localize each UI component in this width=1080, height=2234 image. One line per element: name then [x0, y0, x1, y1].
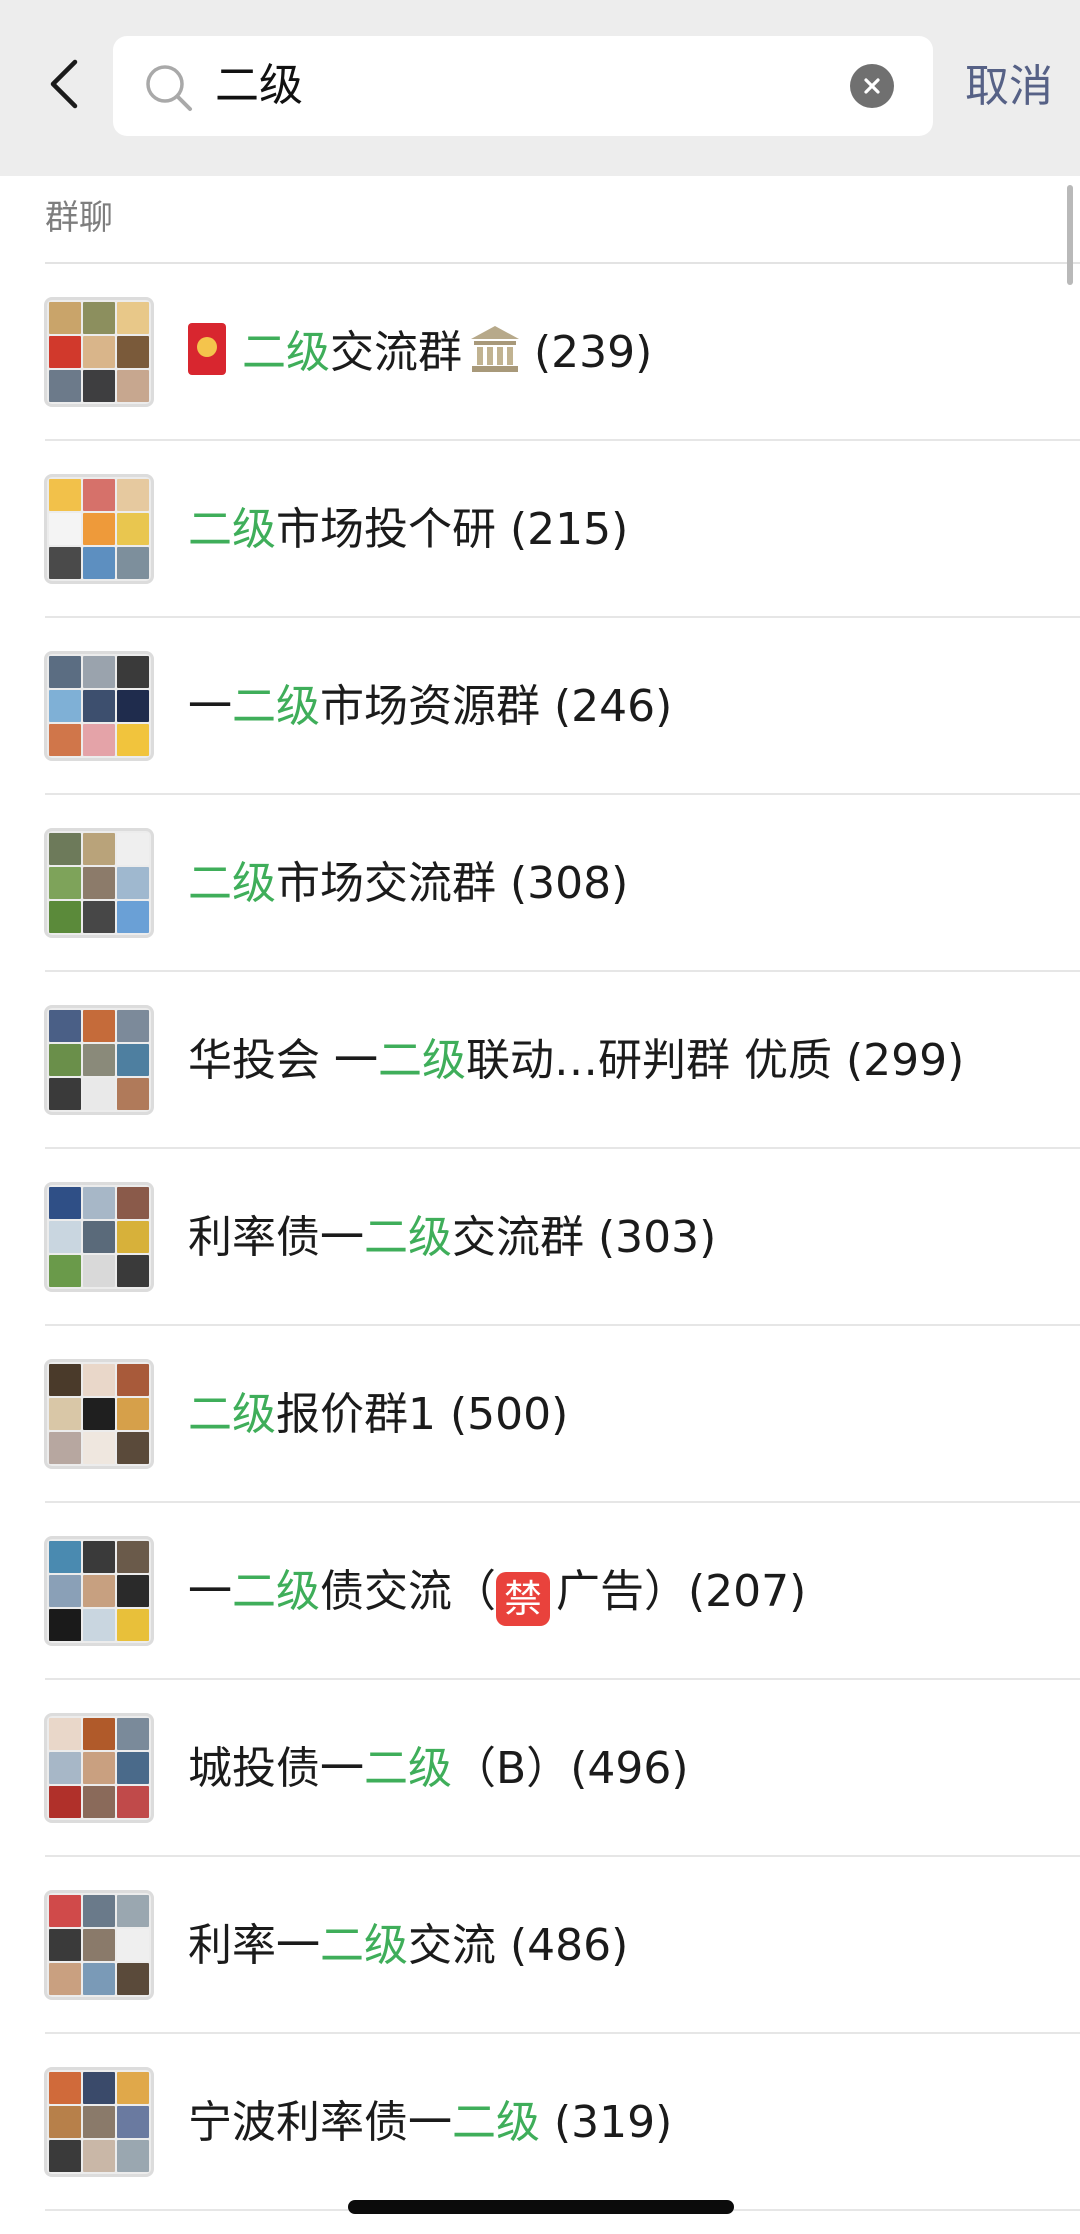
group-name: 利率一二级交流 (486)	[188, 1920, 629, 1971]
group-name: 华投会 一二级联动…研判群 优质 (299)	[188, 1035, 965, 1086]
group-chat-item[interactable]: 利率债一二级交流群 (303)	[0, 1149, 1080, 1326]
group-avatar	[44, 1182, 154, 1292]
keyword-highlight: 二级	[188, 504, 276, 555]
group-chat-item[interactable]: 宁波利率债一二级 (319)	[0, 2034, 1080, 2211]
search-header: 二级 取消	[0, 0, 1080, 176]
group-name: 一二级市场资源群 (246)	[188, 681, 673, 732]
back-button[interactable]	[38, 52, 90, 116]
search-field[interactable]: 二级	[113, 36, 933, 136]
group-avatar	[44, 297, 154, 407]
keyword-highlight: 二级	[232, 1566, 320, 1617]
group-avatar	[44, 1536, 154, 1646]
keyword-highlight: 二级	[378, 1035, 466, 1086]
group-avatar	[44, 474, 154, 584]
keyword-highlight: 二级	[452, 2097, 540, 2148]
keyword-highlight: 二级	[242, 327, 330, 378]
group-chat-item[interactable]: 二级市场交流群 (308)	[0, 795, 1080, 972]
group-name: 二级报价群1 (500)	[188, 1389, 569, 1440]
group-chat-item[interactable]: 二级交流群 (239)	[0, 264, 1080, 441]
group-chat-item[interactable]: 二级市场投个研 (215)	[0, 441, 1080, 618]
group-chat-item[interactable]: 利率一二级交流 (486)	[0, 1857, 1080, 2034]
prohibited-badge-emoji: 禁	[496, 1572, 550, 1626]
search-icon	[146, 65, 192, 111]
chevron-left-icon	[50, 59, 78, 109]
clear-circle-x-icon	[864, 78, 880, 94]
group-name: 二级市场投个研 (215)	[188, 504, 629, 555]
keyword-highlight: 二级	[364, 1212, 452, 1263]
keyword-highlight: 二级	[188, 1389, 276, 1440]
group-avatar	[44, 1005, 154, 1115]
group-name: 宁波利率债一二级 (319)	[188, 2097, 673, 2148]
group-chat-item[interactable]: 一二级市场资源群 (246)	[0, 618, 1080, 795]
group-chat-item[interactable]: 华投会 一二级联动…研判群 优质 (299)	[0, 972, 1080, 1149]
group-avatar	[44, 828, 154, 938]
group-avatar	[44, 1890, 154, 2000]
classical-building-emoji	[471, 326, 519, 372]
group-chat-item[interactable]: 二级报价群1 (500)	[0, 1326, 1080, 1503]
group-chat-item[interactable]: 一二级债交流（禁广告）(207)	[0, 1503, 1080, 1680]
group-chat-item[interactable]: 城投债一二级（B）(496)	[0, 1680, 1080, 1857]
red-envelope-emoji	[188, 323, 226, 375]
group-name: 利率债一二级交流群 (303)	[188, 1212, 717, 1263]
group-avatar	[44, 2067, 154, 2177]
keyword-highlight: 二级	[232, 681, 320, 732]
clear-search-button[interactable]	[850, 64, 894, 108]
group-avatar	[44, 1713, 154, 1823]
group-name: 二级市场交流群 (308)	[188, 858, 629, 909]
keyword-highlight: 二级	[188, 858, 276, 909]
home-indicator	[348, 2200, 734, 2214]
section-title-group-chats: 群聊	[45, 198, 113, 238]
group-avatar	[44, 651, 154, 761]
keyword-highlight: 二级	[364, 1743, 452, 1794]
group-avatar	[44, 1359, 154, 1469]
cancel-button[interactable]: 取消	[965, 44, 1053, 130]
group-name: 一二级债交流（禁广告）(207)	[188, 1503, 806, 1680]
keyword-highlight: 二级	[320, 1920, 408, 1971]
search-input[interactable]: 二级	[215, 36, 303, 136]
group-name: 二级交流群 (239)	[188, 264, 652, 441]
group-name: 城投债一二级（B）(496)	[188, 1743, 689, 1794]
group-chat-list: 二级交流群 (239) 二级市场投个研 (215) 一二级市场资源群 (246) …	[0, 264, 1080, 2211]
